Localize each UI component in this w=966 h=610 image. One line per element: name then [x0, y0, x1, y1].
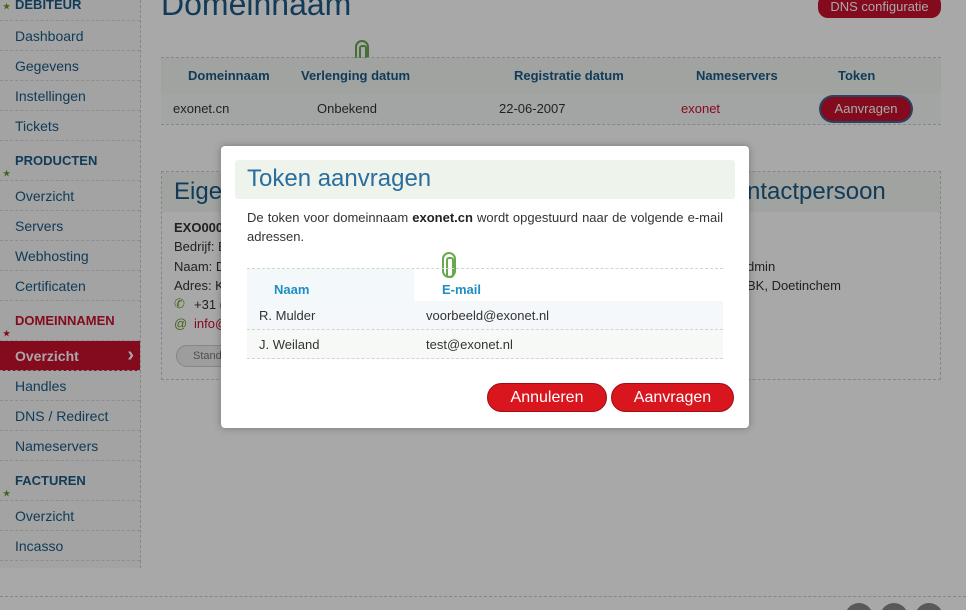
cancel-button[interactable]: Annuleren: [487, 383, 607, 412]
request-token-button[interactable]: Aanvragen: [611, 383, 734, 412]
recipient-name: R. Mulder: [259, 308, 316, 323]
description-domain: exonet.cn: [412, 210, 473, 225]
dialog-title: Token aanvragen: [247, 165, 432, 192]
dialog-description: De token voor domeinnaam exonet.cn wordt…: [247, 208, 723, 246]
recipient-name: J. Weiland: [259, 337, 320, 352]
description-text-before: De token voor domeinnaam: [247, 210, 413, 225]
recipient-email: test@exonet.nl: [426, 337, 513, 352]
table-row: J. Weiland test@exonet.nl: [247, 330, 723, 359]
dialog-header: Token aanvragen: [235, 160, 735, 199]
recipient-email: voorbeeld@exonet.nl: [426, 308, 550, 323]
column-header-naam: Naam: [247, 269, 414, 301]
token-request-dialog: Token aanvragen De token voor domeinnaam…: [221, 146, 749, 428]
column-header-email: E-mail: [442, 282, 482, 297]
recipients-table-header: Naam E-mail: [247, 269, 723, 301]
table-row: R. Mulder voorbeeld@exonet.nl: [247, 301, 723, 330]
email-recipients-table: Naam E-mail R. Mulder voorbeeld@exonet.n…: [247, 268, 723, 359]
